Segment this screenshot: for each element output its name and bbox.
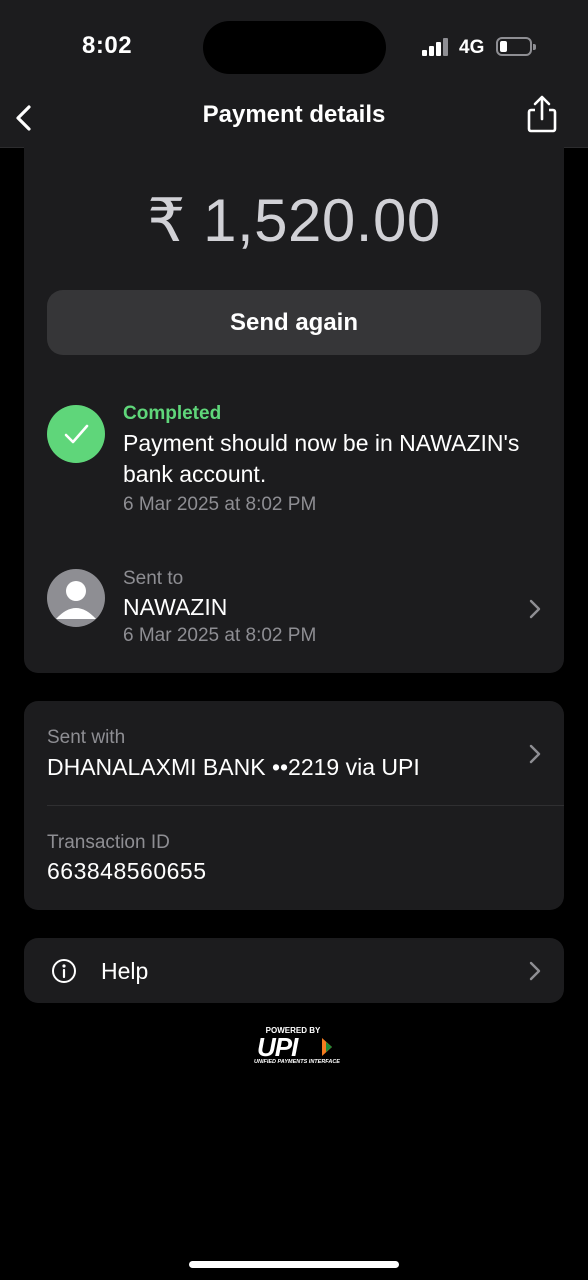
- status-message: Payment should now be in NAWAZIN's bank …: [123, 430, 520, 487]
- battery-icon: [496, 37, 536, 56]
- upi-subtitle: UNIFIED PAYMENTS INTERFACE: [254, 1059, 340, 1065]
- transaction-details-card: Sent with DHANALAXMI BANK ••2219 via UPI…: [24, 701, 564, 910]
- status-label: Completed: [123, 403, 222, 424]
- send-again-button[interactable]: Send again: [47, 290, 541, 355]
- help-label: Help: [101, 958, 149, 984]
- chevron-right-icon: [529, 961, 541, 981]
- home-indicator[interactable]: [189, 1261, 399, 1268]
- sent-to-label: Sent to: [123, 568, 184, 589]
- recipient-row[interactable]: Sent to NAWAZIN 6 Mar 2025 at 8:02 PM: [24, 555, 564, 655]
- network-type: 4G: [459, 37, 485, 58]
- chevron-right-icon: [529, 744, 541, 764]
- status-date: 6 Mar 2025 at 8:02 PM: [123, 494, 317, 515]
- status-time: 8:02: [82, 32, 133, 59]
- transaction-id-label: Transaction ID: [47, 832, 170, 853]
- divider: [47, 805, 564, 806]
- payment-amount: ₹ 1,520.00: [147, 187, 441, 254]
- status-bar: 8:02 4G: [0, 0, 588, 90]
- help-row[interactable]: Help: [24, 938, 564, 1003]
- dynamic-island: [203, 21, 386, 74]
- sent-with-value: DHANALAXMI BANK ••2219 via UPI: [47, 754, 420, 780]
- share-button[interactable]: [522, 92, 562, 138]
- sent-with-row[interactable]: Sent with DHANALAXMI BANK ••2219 via UPI: [24, 701, 564, 805]
- upi-logo: POWERED BY UPI UNIFIED PAYMENTS INTERFAC…: [254, 1026, 340, 1068]
- page-title: Payment details: [202, 101, 386, 128]
- info-icon: [52, 959, 76, 983]
- upi-arrow-icon: [322, 1038, 332, 1056]
- signal-icon: [422, 38, 448, 56]
- transaction-id-value[interactable]: 663848560655: [47, 858, 207, 885]
- avatar-icon: [47, 569, 105, 627]
- payment-summary-card: ₹ 1,520.00 Send again Completed Payment …: [24, 140, 564, 673]
- check-circle-icon: [47, 405, 105, 463]
- share-icon: [527, 95, 557, 133]
- chevron-right-icon: [529, 599, 541, 619]
- sent-with-label: Sent with: [47, 727, 126, 748]
- recipient-name: NAWAZIN: [123, 594, 228, 620]
- recipient-date: 6 Mar 2025 at 8:02 PM: [123, 625, 317, 646]
